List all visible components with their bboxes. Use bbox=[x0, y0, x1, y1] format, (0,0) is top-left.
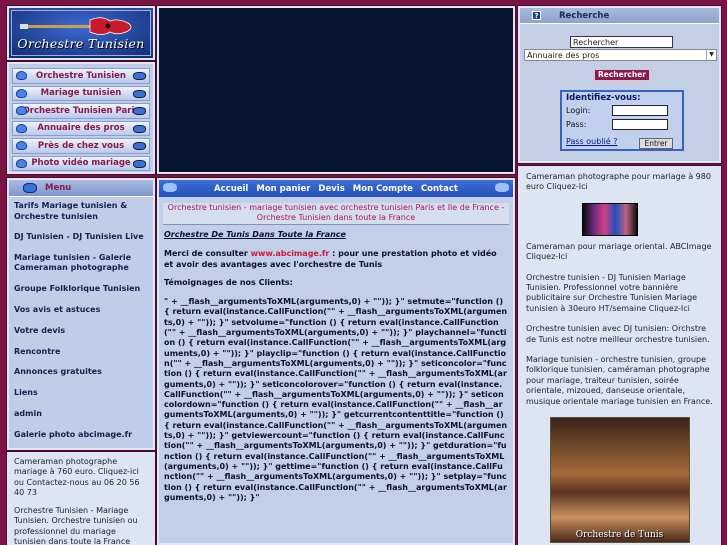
search-input[interactable] bbox=[570, 36, 673, 48]
content-subtitle[interactable]: Orchestre De Tunis Dans Toute la France bbox=[164, 230, 508, 240]
nav-label: Annuaire des pros bbox=[37, 123, 125, 134]
password-label: Pass: bbox=[566, 120, 587, 129]
arrow-icon bbox=[133, 89, 146, 98]
menu-item[interactable]: DJ Tunisien - DJ Tunisien Live bbox=[14, 232, 148, 253]
menu-item[interactable]: Rencontre bbox=[14, 347, 148, 368]
bullet-icon bbox=[16, 141, 27, 150]
password-input[interactable] bbox=[612, 119, 668, 130]
menu-item[interactable]: Votre devis bbox=[14, 326, 148, 347]
guitar-icon bbox=[20, 17, 132, 35]
arrow-icon bbox=[133, 72, 146, 80]
flash-banner bbox=[157, 6, 515, 174]
main-content: Accueil Mon panier Devis Mon Compte Cont… bbox=[157, 178, 515, 545]
login-form: Identifiez-vous: Login: Pass: Pass oubli… bbox=[560, 90, 684, 151]
ad-cameraman-980[interactable]: Cameraman photographe pour mariage à 980… bbox=[526, 172, 713, 193]
menu-item[interactable]: Liens bbox=[14, 388, 148, 409]
nav-label: Près de chez vous bbox=[37, 140, 125, 151]
search-title: Recherche bbox=[559, 10, 610, 21]
login-title: Identifiez-vous: bbox=[566, 93, 641, 103]
menu-item[interactable]: admin bbox=[14, 409, 148, 430]
search-panel: ? Recherche Annuaire des pros ▼ Recherch… bbox=[518, 6, 721, 163]
forgot-password-link[interactable]: Pass oublié ? bbox=[566, 137, 617, 146]
arrow-icon bbox=[133, 107, 146, 115]
logo-text: Orchestre Tunisien bbox=[17, 36, 145, 51]
nav-item-photo[interactable]: Photo vidéo mariage bbox=[12, 155, 150, 171]
page-title: Orchestre tunisien - mariage tunisien av… bbox=[163, 203, 509, 225]
arrow-icon bbox=[133, 124, 146, 133]
nav-item-mariage[interactable]: Mariage tunisien bbox=[12, 85, 150, 101]
bullet-icon bbox=[16, 158, 27, 168]
search-select-value: Annuaire des pros bbox=[527, 50, 600, 60]
menu-header: Menu bbox=[9, 180, 153, 197]
top-nav: Accueil Mon panier Devis Mon Compte Cont… bbox=[159, 180, 513, 197]
ad-banniere[interactable]: Orchestre tunisien - DJ Tunisien Mariage… bbox=[526, 273, 713, 315]
menu-list: Tarifs Mariage tunisien & Orchestre tuni… bbox=[9, 197, 153, 451]
ad-abcimage[interactable]: Cameraman pour mariage oriental. ABCImag… bbox=[526, 242, 713, 263]
chevron-down-icon[interactable]: ▼ bbox=[706, 50, 716, 60]
menu-title: Menu bbox=[45, 183, 72, 193]
intro-text: Merci de consulter www.abcimage.fr : pou… bbox=[164, 249, 508, 270]
intro-pre: Merci de consulter bbox=[164, 249, 251, 259]
nav-cart[interactable]: Mon panier bbox=[256, 184, 310, 194]
bullet-icon bbox=[16, 106, 27, 115]
arrow-icon bbox=[133, 159, 146, 168]
bullet-icon bbox=[16, 123, 27, 133]
bullet-icon bbox=[16, 71, 27, 80]
left-ads: Cameraman photographe mariage à 760 euro… bbox=[7, 452, 155, 545]
search-button[interactable]: Rechercher bbox=[594, 69, 650, 81]
ad-cameraman[interactable]: Cameraman photographe mariage à 760 euro… bbox=[14, 457, 148, 498]
right-ads: Cameraman photographe pour mariage à 980… bbox=[518, 166, 721, 545]
nav-label: Orchestre Tunisien bbox=[36, 70, 126, 81]
menu-item[interactable]: Annonces gratuites bbox=[14, 367, 148, 388]
login-label: Login: bbox=[566, 106, 591, 115]
orchestra-photo[interactable]: Orchestre de Tunis bbox=[549, 417, 690, 544]
bullet-icon bbox=[16, 88, 27, 98]
content-body: Orchestre De Tunis Dans Toute la France … bbox=[159, 225, 513, 506]
nav-item-annuaire[interactable]: Annuaire des pros bbox=[12, 120, 150, 136]
nav-item-paris[interactable]: Orchestre Tunisien Paris bbox=[12, 103, 150, 119]
decor-icon bbox=[163, 183, 177, 192]
menu-item[interactable]: Tarifs Mariage tunisien & Orchestre tuni… bbox=[14, 201, 148, 232]
arrow-icon bbox=[133, 142, 146, 150]
bullet-icon bbox=[23, 183, 37, 193]
side-menu: Menu Tarifs Mariage tunisien & Orchestre… bbox=[7, 178, 155, 450]
ad-dj[interactable]: Orchestre tunisien avec DJ tunisien: Orc… bbox=[526, 324, 713, 345]
login-button[interactable]: Entrer bbox=[639, 138, 673, 149]
menu-item[interactable]: Galerie photo abcimage.fr bbox=[14, 430, 148, 451]
menu-item[interactable]: Groupe Folklorique Tunisien bbox=[14, 284, 148, 305]
nav-item-orchestre[interactable]: Orchestre Tunisien bbox=[12, 68, 150, 84]
nav-quote[interactable]: Devis bbox=[318, 184, 344, 194]
testimonials-heading: Témoignages de nos Clients: bbox=[164, 277, 293, 287]
nav-label: Mariage tunisien bbox=[40, 88, 122, 99]
nav-contact[interactable]: Contact bbox=[421, 184, 458, 194]
search-header: ? Recherche bbox=[520, 8, 719, 24]
nav-home[interactable]: Accueil bbox=[214, 184, 248, 194]
nav-label: Orchestre Tunisien Paris bbox=[22, 105, 140, 116]
nav-item-pres[interactable]: Près de chez vous bbox=[12, 138, 150, 154]
menu-item[interactable]: Mariage tunisien - Galerie Cameraman pho… bbox=[14, 253, 148, 284]
main-nav: Orchestre Tunisien Mariage tunisien Orch… bbox=[7, 62, 155, 174]
menu-item[interactable]: Vos avis et astuces bbox=[14, 305, 148, 326]
ad-orchestre[interactable]: Orchestre Tunisien - Mariage Tunisien. O… bbox=[14, 506, 148, 545]
decor-icon bbox=[495, 183, 509, 192]
nav-account[interactable]: Mon Compte bbox=[353, 184, 413, 194]
nav-label: Photo vidéo mariage bbox=[31, 158, 131, 169]
code-dump: " + __flash__argumentsToXML(arguments,0)… bbox=[164, 297, 508, 502]
login-input[interactable] bbox=[612, 105, 668, 116]
ad-description: Mariage tunisien - orchestre tunisien, g… bbox=[526, 355, 713, 406]
logo-box[interactable]: Orchestre Tunisien bbox=[7, 6, 155, 60]
photo-caption: Orchestre de Tunis bbox=[575, 529, 664, 540]
abcimage-link[interactable]: www.abcimage.fr bbox=[251, 249, 330, 258]
search-category-select[interactable]: Annuaire des pros ▼ bbox=[524, 49, 717, 61]
ad-banner-image[interactable] bbox=[582, 202, 638, 236]
logo[interactable]: Orchestre Tunisien bbox=[11, 10, 151, 56]
help-icon: ? bbox=[532, 11, 541, 20]
